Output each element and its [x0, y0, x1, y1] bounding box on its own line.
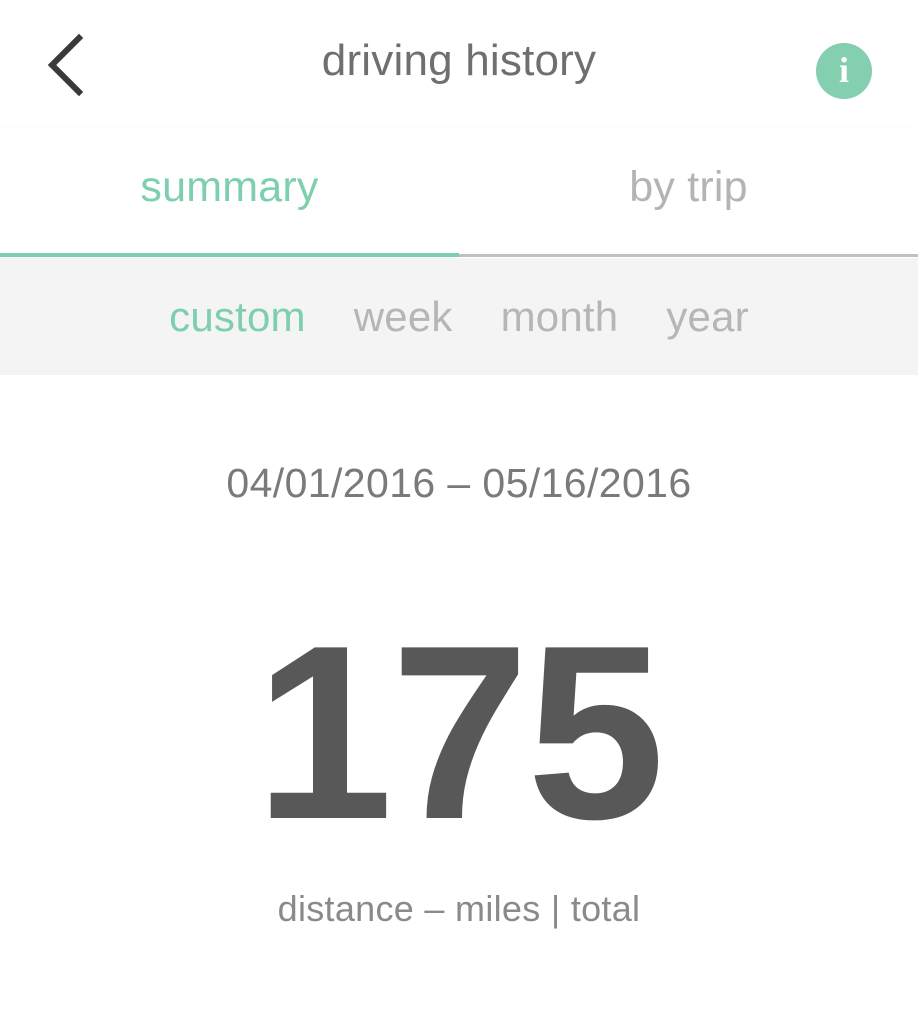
info-icon-glyph: i	[838, 50, 849, 90]
app-header: driving history i	[0, 0, 918, 128]
filter-month[interactable]: month	[477, 286, 643, 348]
page-title: driving history	[321, 36, 597, 85]
tab-summary[interactable]: summary	[0, 128, 459, 258]
tab-underline-inactive	[459, 254, 918, 257]
tab-summary-label: summary	[140, 162, 319, 211]
date-range-label[interactable]: 04/01/2016 – 05/16/2016	[0, 460, 918, 507]
summary-content: 04/01/2016 – 05/16/2016 175 distance – m…	[0, 375, 918, 1024]
tab-underline-active	[0, 253, 459, 257]
tab-by-trip-label: by trip	[629, 162, 748, 211]
tab-bar: summary by trip	[0, 128, 918, 258]
period-filter-bar: custom week month year	[0, 258, 918, 375]
filter-custom[interactable]: custom	[145, 286, 330, 348]
filter-custom-label: custom	[169, 292, 306, 340]
filter-year[interactable]: year	[642, 286, 773, 348]
filter-year-label: year	[666, 292, 749, 340]
tab-by-trip[interactable]: by trip	[459, 128, 918, 258]
metric-caption: distance – miles | total	[277, 888, 641, 929]
driving-history-screen: driving history i summary by trip custom…	[0, 0, 918, 1024]
filter-week[interactable]: week	[330, 286, 477, 348]
metric-value: 175	[255, 593, 665, 871]
filter-month-label: month	[500, 292, 619, 340]
info-icon[interactable]: i	[816, 43, 872, 99]
filter-week-label: week	[353, 292, 453, 340]
